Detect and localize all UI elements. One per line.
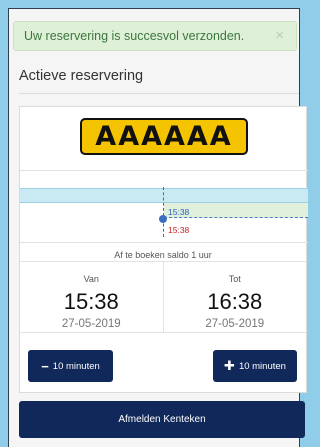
app-frame: Uw reservering is succesvol verzonden. ×… xyxy=(8,8,308,447)
timeline-now-marker xyxy=(163,187,164,237)
time-range: Van 15:38 27-05-2019 Tot 16:38 27-05-201… xyxy=(20,261,306,333)
afmelden-kenteken-button[interactable]: Afmelden Kenteken xyxy=(19,401,305,438)
plus-10-minutes-button[interactable]: ✚ 10 minuten xyxy=(213,350,297,382)
reservation-panel: AAAAAA 15:38 15:38 Af te boeken saldo 1 … xyxy=(19,106,308,393)
plus-button-label: 10 minuten xyxy=(238,360,286,372)
van-date: 27-05-2019 xyxy=(61,318,121,330)
timeline-reserved-band xyxy=(20,188,308,203)
van-column: Van 15:38 27-05-2019 xyxy=(20,262,163,332)
timeline-bottom-line xyxy=(20,242,308,243)
timeline-start-dot xyxy=(159,215,167,223)
timeline-now-label: 15:38 xyxy=(168,225,190,235)
minus-button-label: 10 minuten xyxy=(52,360,100,372)
van-time: 15:38 xyxy=(63,289,119,314)
tot-label: Tot xyxy=(228,274,241,284)
timeline-start-label: 15:38 xyxy=(168,207,190,217)
divider xyxy=(19,93,299,94)
success-alert: Uw reservering is succesvol verzonden. × xyxy=(13,21,297,51)
tot-column: Tot 16:38 27-05-2019 xyxy=(162,262,307,332)
reservation-timeline: 15:38 15:38 xyxy=(20,170,308,243)
section-title: Actieve reservering xyxy=(19,68,144,84)
tot-date: 27-05-2019 xyxy=(205,318,265,330)
minus-10-minutes-button[interactable]: − 10 minuten xyxy=(28,350,113,382)
timeline-top-line xyxy=(20,170,308,171)
tot-time: 16:38 xyxy=(207,289,263,314)
minus-icon: − xyxy=(41,358,49,374)
saldo-text: Af te boeken saldo 1 uur xyxy=(114,250,212,260)
close-icon[interactable]: × xyxy=(275,28,284,43)
license-plate: AAAAAA xyxy=(80,118,248,155)
van-label: Van xyxy=(83,274,99,284)
alert-message: Uw reservering is succesvol verzonden. xyxy=(24,29,245,43)
plus-icon: ✚ xyxy=(224,358,235,373)
